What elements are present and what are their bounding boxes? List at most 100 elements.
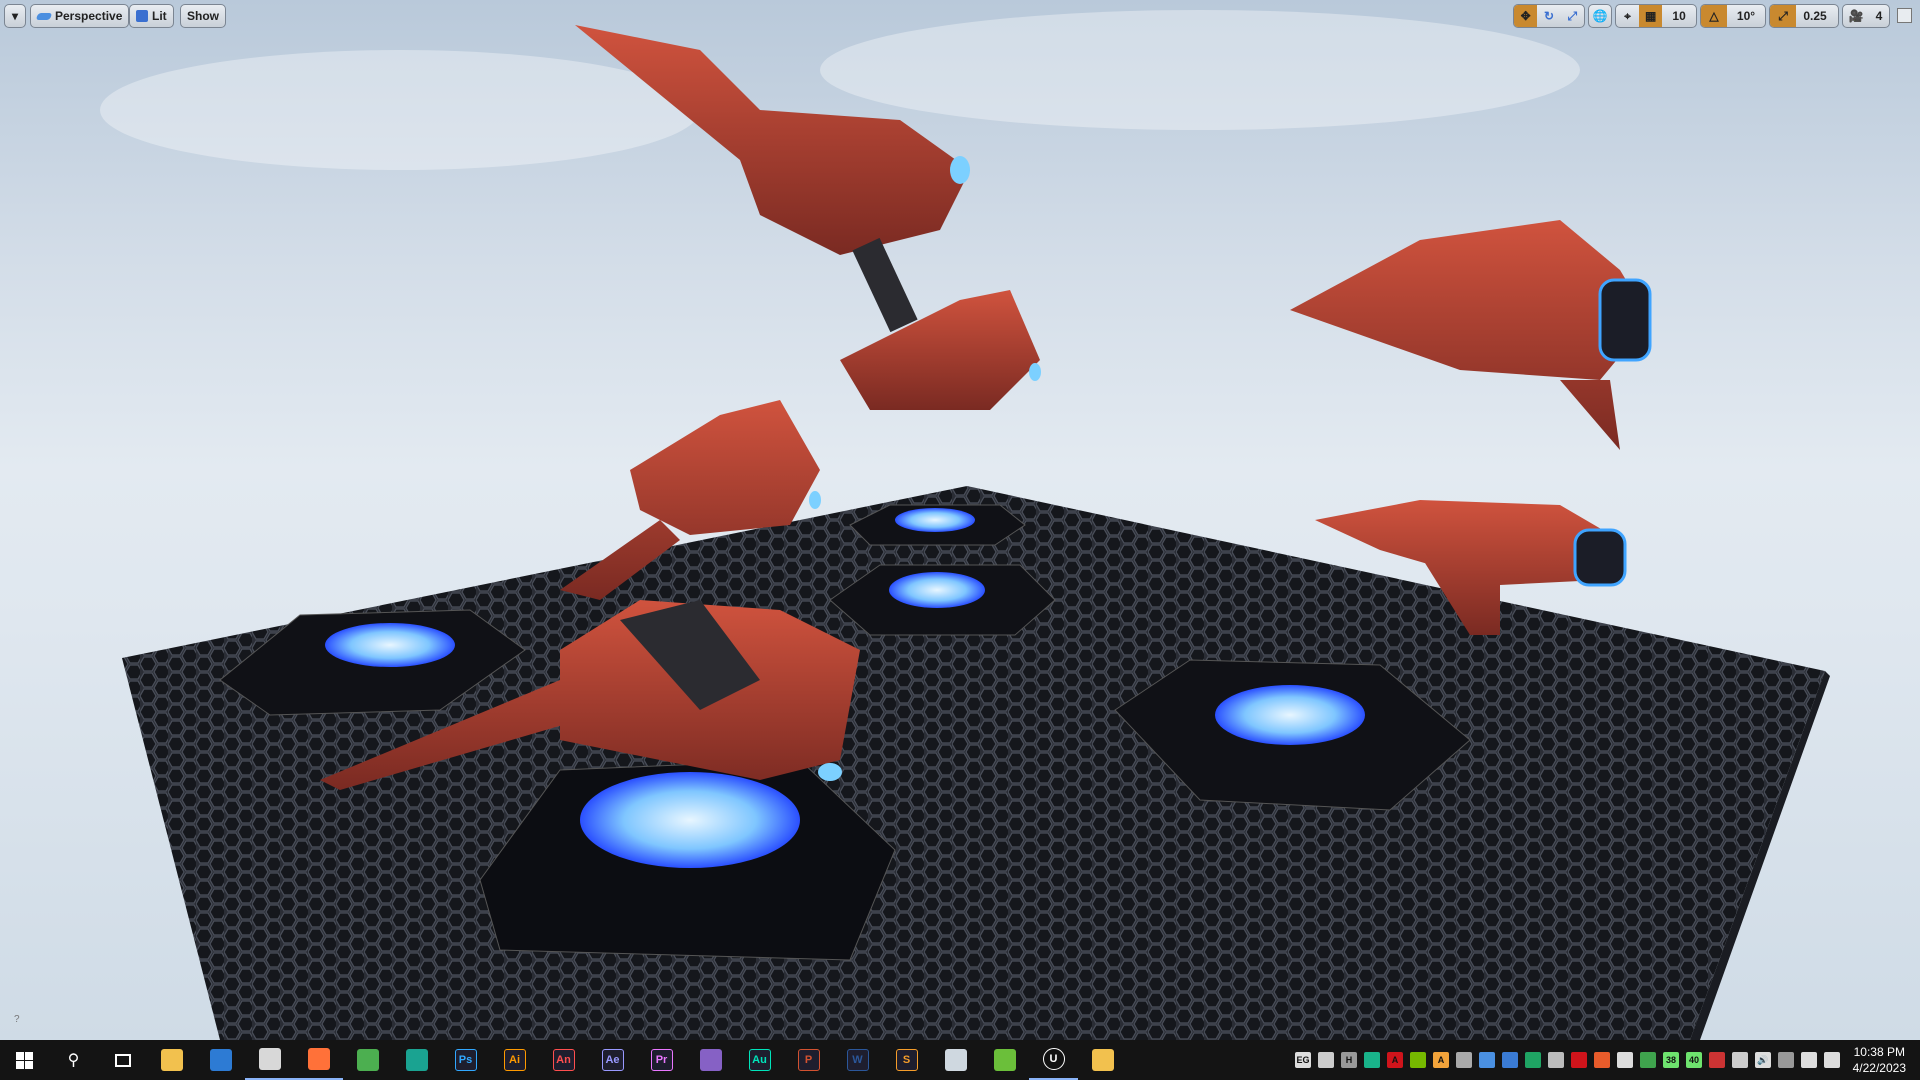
camera-icon [35, 12, 53, 20]
tray-ccleaner-icon[interactable] [1594, 1052, 1610, 1068]
start-button[interactable] [0, 1040, 49, 1080]
camera-speed-group[interactable]: 🎥 4 [1842, 4, 1890, 28]
taskbar-app-animate[interactable]: An [539, 1040, 588, 1080]
task-view-button[interactable] [98, 1040, 147, 1080]
viewport-hint-icon: ? [14, 1014, 20, 1025]
photoshop-icon: Ps [454, 1049, 477, 1071]
scale-snap-value[interactable]: 0.25 [1796, 5, 1834, 27]
lit-cube-icon [136, 10, 148, 22]
unreal-engine-icon: U [1042, 1048, 1065, 1070]
tray-acrobat-icon[interactable] [1571, 1052, 1587, 1068]
tray-app-a-icon[interactable]: A [1433, 1052, 1449, 1068]
level-viewport[interactable]: ? ▾ Perspective Lit Show ✥ ↻ ⤢ 🌐 ⌖ ▦ 10 … [0, 0, 1920, 1040]
taskbar-app-notepad[interactable] [931, 1040, 980, 1080]
taskbar-app-folder[interactable] [1078, 1040, 1127, 1080]
tray-usb-icon[interactable] [1732, 1052, 1748, 1068]
translate-tool-icon[interactable]: ✥ [1514, 5, 1538, 27]
illustrator-icon: Ai [503, 1049, 526, 1071]
tray-adobe-icon[interactable]: A [1387, 1052, 1403, 1068]
chevron-down-icon: ▾ [11, 9, 19, 23]
powerpoint-icon: P [797, 1049, 820, 1071]
tray-volume-icon[interactable]: 🔊 [1755, 1052, 1771, 1068]
tray-network-h-icon[interactable]: H [1341, 1052, 1357, 1068]
taskbar-app-app-teal[interactable] [392, 1040, 441, 1080]
tray-onedrive-icon[interactable] [1778, 1052, 1794, 1068]
rotate-tool-icon[interactable]: ↻ [1537, 5, 1560, 27]
system-tray: EG H A A 38 40 🔊 [1295, 1040, 1840, 1080]
tray-app-circle-icon[interactable] [1502, 1052, 1518, 1068]
taskbar-app-chrome[interactable] [343, 1040, 392, 1080]
firefox-icon [307, 1048, 330, 1070]
taskbar-app-firefox[interactable] [294, 1040, 343, 1080]
tray-shield-icon[interactable] [1364, 1052, 1380, 1068]
taskbar-app-premiere[interactable]: Pr [637, 1040, 686, 1080]
tray-temp-cpu-icon[interactable]: 38 [1663, 1052, 1679, 1068]
tray-wifi-icon[interactable] [1617, 1052, 1633, 1068]
taskbar-app-after-effects[interactable]: Ae [588, 1040, 637, 1080]
tray-notifications-icon[interactable] [1824, 1052, 1840, 1068]
tray-app-red-icon[interactable] [1709, 1052, 1725, 1068]
tray-app-box-icon[interactable] [1548, 1052, 1564, 1068]
scale-snap-icon[interactable]: ⤢ [1770, 5, 1796, 27]
taskbar-app-audition[interactable]: Au [735, 1040, 784, 1080]
taskbar-app-word[interactable]: W [833, 1040, 882, 1080]
notepad-icon [944, 1049, 967, 1071]
clock[interactable]: 10:38 PM 4/22/2023 [1853, 1044, 1906, 1076]
tray-app-doc-icon[interactable] [1479, 1052, 1495, 1068]
globe-icon: 🌐 [1592, 9, 1608, 23]
camera-speed-icon: 🎥 [1848, 9, 1864, 23]
taskbar-app-illustrator[interactable]: Ai [490, 1040, 539, 1080]
perspective-label: Perspective [55, 9, 123, 23]
visual-studio-icon [699, 1049, 722, 1071]
taskbar-app-app-blue[interactable] [196, 1040, 245, 1080]
rotation-snap-value[interactable]: 10° [1727, 5, 1765, 27]
3d-scene[interactable]: ? [0, 0, 1920, 1040]
tray-steam-icon[interactable] [1456, 1052, 1472, 1068]
search-button[interactable]: ⚲ [49, 1040, 98, 1080]
show-button[interactable]: Show [180, 4, 226, 28]
lit-button[interactable]: Lit [129, 4, 174, 28]
camera-speed-value: 4 [1875, 9, 1883, 23]
chrome-icon [356, 1049, 379, 1071]
grid-snap-value[interactable]: 10 [1662, 5, 1696, 27]
grid-snap-icon[interactable]: ▦ [1639, 5, 1663, 27]
tray-lock-icon[interactable] [1318, 1052, 1334, 1068]
surface-snap-icon[interactable]: ⌖ [1616, 5, 1639, 27]
taskbar-app-paint[interactable] [245, 1040, 294, 1080]
taskbar-app-sublime[interactable]: S [882, 1040, 931, 1080]
animate-icon: An [552, 1049, 575, 1071]
tray-temp-gpu-icon[interactable]: 40 [1686, 1052, 1702, 1068]
tray-epic-icon[interactable]: EG [1295, 1052, 1311, 1068]
folder-icon [1091, 1049, 1114, 1071]
task-view-icon [114, 1053, 131, 1067]
file-explorer-icon [160, 1049, 183, 1071]
rotation-snap-group: △ 10° [1700, 4, 1766, 28]
audition-icon: Au [748, 1049, 771, 1071]
rotation-snap-icon[interactable]: △ [1701, 5, 1727, 27]
taskbar-app-visual-studio[interactable] [686, 1040, 735, 1080]
windows-taskbar: ⚲ Ps Ai An Ae Pr Au P W S U EG H A A 38 40 🔊 10:38 PM 4/… [0, 1040, 1920, 1080]
tray-app-leaf-icon[interactable] [1525, 1052, 1541, 1068]
app-green-icon [993, 1049, 1016, 1071]
clock-time: 10:38 PM [1853, 1045, 1905, 1059]
taskbar-app-photoshop[interactable]: Ps [441, 1040, 490, 1080]
taskbar-app-app-green[interactable] [980, 1040, 1029, 1080]
taskbar-app-powerpoint[interactable]: P [784, 1040, 833, 1080]
premiere-icon: Pr [650, 1049, 673, 1071]
spaceship [840, 290, 1041, 410]
taskbar-app-file-explorer[interactable] [147, 1040, 196, 1080]
world-local-toggle[interactable]: 🌐 [1588, 4, 1612, 28]
tray-nvidia-icon[interactable] [1410, 1052, 1426, 1068]
paint-icon [258, 1048, 281, 1070]
windows-icon [16, 1051, 33, 1069]
perspective-button[interactable]: Perspective [30, 4, 130, 28]
viewport-options-button[interactable]: ▾ [4, 4, 26, 28]
scale-tool-icon[interactable]: ⤢ [1561, 5, 1584, 27]
tray-power-icon[interactable] [1801, 1052, 1817, 1068]
taskbar-app-unreal-engine[interactable]: U [1029, 1040, 1078, 1080]
tray-app-globe-icon[interactable] [1640, 1052, 1656, 1068]
clock-date: 4/22/2023 [1852, 1061, 1906, 1075]
maximize-viewport-icon[interactable] [1897, 8, 1912, 23]
app-blue-icon [209, 1049, 232, 1071]
show-label: Show [187, 9, 219, 23]
